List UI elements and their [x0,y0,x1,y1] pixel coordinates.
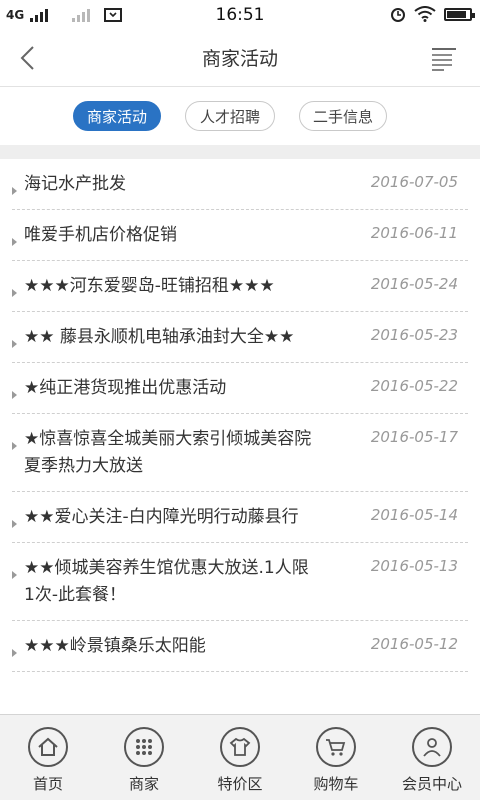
item-title: ★★倾城美容养生馆优惠大放送.1人限1次-此套餐！ [24,558,309,605]
arrow-right-icon [12,340,17,348]
arrow-right-icon [12,289,17,297]
list-item[interactable]: ★★ 藤县永顺机电轴承油封大全★★ 2016-05-23 [12,312,468,363]
nav-member-center[interactable]: 会员中心 [384,715,480,800]
alarm-icon [391,8,405,22]
shirt-icon [220,727,260,767]
list-item[interactable]: ★★★岭景镇桑乐太阳能 2016-05-12 [12,621,468,672]
tab-recruitment[interactable]: 人才招聘 [185,101,275,131]
list-item[interactable]: 海记水产批发 2016-07-05 [12,159,468,210]
item-date: 2016-06-11 [370,224,458,242]
list-item[interactable]: ★★★河东爱婴岛-旺铺招租★★★ 2016-05-24 [12,261,468,312]
tab-merchant-activities[interactable]: 商家活动 [73,101,161,131]
list-item[interactable]: ★★爱心关注-白内障光明行动藤县行 2016-05-14 [12,492,468,543]
nav-merchants-label: 商家 [128,775,159,793]
arrow-right-icon [12,571,17,579]
tab-second-hand[interactable]: 二手信息 [299,101,387,131]
nav-member-center-label: 会员中心 [401,775,462,793]
page-title: 商家活动 [201,48,278,70]
app-header: 商家活动 [0,30,480,87]
grid-icon [124,727,164,767]
arrow-right-icon [12,442,17,450]
category-tabs: 商家活动 人才招聘 二手信息 [0,87,480,145]
list-item[interactable]: 唯爱手机店价格促销 2016-06-11 [12,210,468,261]
item-title: ★★★河东爱婴岛-旺铺招租★★★ [24,276,275,296]
home-icon [28,727,68,767]
wifi-icon [414,6,436,22]
nav-merchants[interactable]: 商家 [96,715,192,800]
section-divider [0,145,480,159]
item-title: ★惊喜惊喜全城美丽大索引倾城美容院夏季热力大放送 [24,429,312,476]
arrow-right-icon [12,649,17,657]
item-date: 2016-05-14 [370,506,458,524]
activity-list: 海记水产批发 2016-07-05 唯爱手机店价格促销 2016-06-11 ★… [0,159,480,715]
battery-fill [447,10,467,18]
item-title: 唯爱手机店价格促销 [24,225,177,245]
nav-home-label: 首页 [32,775,63,793]
item-title: 海记水产批发 [24,174,126,194]
item-title: ★纯正港货现推出优惠活动 [24,378,227,398]
arrow-right-icon [12,238,17,246]
item-date: 2016-05-24 [370,275,458,293]
item-date: 2016-05-17 [370,428,458,446]
item-title: ★★ 藤县永顺机电轴承油封大全★★ [24,327,295,347]
list-item[interactable]: ★惊喜惊喜全城美丽大索引倾城美容院夏季热力大放送 2016-05-17 [12,414,468,492]
user-icon [412,727,452,767]
nav-specials-label: 特价区 [217,775,263,793]
status-bar: 4G 16:51 [0,0,480,30]
item-date: 2016-05-12 [370,635,458,653]
item-title: ★★爱心关注-白内障光明行动藤县行 [24,507,299,527]
nav-cart-label: 购物车 [313,775,359,793]
item-date: 2016-05-13 [370,557,458,575]
arrow-right-icon [12,391,17,399]
arrow-right-icon [12,187,17,195]
bottom-nav: 首页 商家 特价区 购物车 会员中心 [0,714,480,800]
nav-home[interactable]: 首页 [0,715,96,800]
status-right [390,6,475,22]
item-date: 2016-05-22 [370,377,458,395]
battery-icon [444,7,475,21]
nav-cart[interactable]: 购物车 [288,715,384,800]
item-date: 2016-07-05 [370,173,458,191]
list-item[interactable]: ★★倾城美容养生馆优惠大放送.1人限1次-此套餐！ 2016-05-13 [12,543,468,621]
item-title: ★★★岭景镇桑乐太阳能 [24,636,206,656]
menu-icon[interactable] [430,46,458,72]
arrow-right-icon [12,520,17,528]
cart-icon [316,727,356,767]
nav-specials[interactable]: 特价区 [192,715,288,800]
item-date: 2016-05-23 [370,326,458,344]
list-item[interactable]: ★纯正港货现推出优惠活动 2016-05-22 [12,363,468,414]
